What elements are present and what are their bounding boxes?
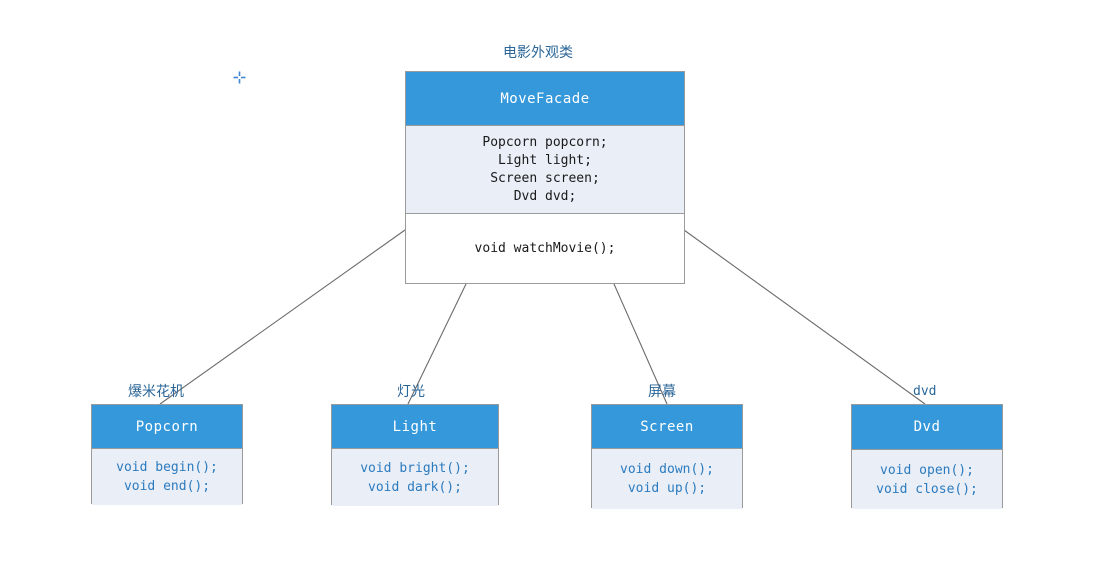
connector-dvd xyxy=(683,229,926,405)
operation-row: void down(); xyxy=(620,462,714,477)
operations-compartment-light: void bright(); void dark(); xyxy=(332,448,498,506)
class-name-movefacade: MoveFacade xyxy=(406,72,684,125)
class-name-dvd: Dvd xyxy=(852,405,1002,449)
annotation-light: 灯光 xyxy=(397,384,425,400)
operations-compartment: void watchMovie(); xyxy=(406,213,684,283)
attribute-row: Popcorn popcorn; xyxy=(482,134,608,150)
annotation-screen: 屏幕 xyxy=(648,384,676,400)
operation-row: void up(); xyxy=(627,481,707,496)
class-name-popcorn: Popcorn xyxy=(92,405,242,448)
operations-compartment-screen: void down(); void up(); xyxy=(592,448,742,509)
annotation-dvd: dvd xyxy=(913,384,937,399)
class-box-popcorn[interactable]: Popcorn void begin(); void end(); xyxy=(91,404,243,505)
class-name-screen: Screen xyxy=(592,405,742,448)
attribute-row: Dvd dvd; xyxy=(513,188,577,204)
diagram-canvas: 电影外观类 MoveFacade Popcorn popcorn; Light … xyxy=(0,0,1093,564)
facade-annotation-label: 电影外观类 xyxy=(503,45,573,61)
operations-compartment-popcorn: void begin(); void end(); xyxy=(92,448,242,505)
class-box-light[interactable]: Light void bright(); void dark(); xyxy=(331,404,499,506)
attribute-row: Screen screen; xyxy=(490,170,600,186)
annotation-popcorn: 爆米花机 xyxy=(128,384,184,400)
operation-row: void open(); xyxy=(880,462,974,478)
attributes-compartment: Popcorn popcorn; Light light; Screen scr… xyxy=(406,125,684,213)
operations-compartment-dvd: void open(); void close(); xyxy=(852,449,1002,509)
operation-row: void close(); xyxy=(876,481,978,497)
class-name-light: Light xyxy=(332,405,498,448)
class-box-screen[interactable]: Screen void down(); void up(); xyxy=(591,404,743,509)
operation-row: void bright(); xyxy=(360,460,470,476)
operation-row: void dark(); xyxy=(368,479,462,495)
operation-row: void end(); xyxy=(123,479,211,494)
attribute-row: Light light; xyxy=(498,152,592,168)
operation-row: void begin(); xyxy=(116,460,218,475)
plus-crosshair-icon xyxy=(233,71,246,84)
operation-row: void watchMovie(); xyxy=(474,240,616,256)
class-box-dvd[interactable]: Dvd void open(); void close(); xyxy=(851,404,1003,509)
connector-popcorn xyxy=(159,229,406,405)
class-box-movefacade[interactable]: MoveFacade Popcorn popcorn; Light light;… xyxy=(405,71,685,284)
